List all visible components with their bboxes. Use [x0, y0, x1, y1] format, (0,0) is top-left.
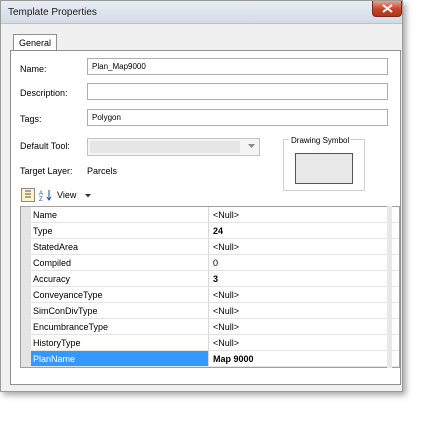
chevron-down-icon	[248, 144, 255, 148]
tags-label: Tags:	[20, 114, 42, 124]
property-row[interactable]: HistoryType <Null>	[31, 335, 399, 351]
property-name: SimConDivType	[31, 303, 209, 319]
property-name: Accuracy	[31, 271, 209, 287]
property-name: StatedArea	[31, 239, 209, 255]
property-row[interactable]: Type 24	[31, 223, 399, 239]
property-grid-gutter	[21, 207, 31, 367]
property-name: EncumbranceType	[31, 319, 209, 335]
property-row[interactable]: Compiled 0	[31, 255, 399, 271]
drawing-symbol-label: Drawing Symbol	[289, 136, 352, 145]
target-layer-value: Parcels	[87, 166, 118, 176]
property-value[interactable]: <Null>	[209, 335, 399, 351]
property-row[interactable]: PlanName Map 9000	[31, 351, 399, 367]
property-value[interactable]: 3	[209, 271, 399, 287]
default-tool-dropdown[interactable]	[87, 138, 260, 156]
drawing-symbol-group: Drawing Symbol	[283, 136, 365, 191]
description-input[interactable]	[87, 83, 388, 100]
property-name: Compiled	[31, 255, 209, 271]
property-value[interactable]: <Null>	[209, 207, 399, 223]
property-name: Name	[31, 207, 209, 223]
property-row[interactable]: SimConDivType <Null>	[31, 303, 399, 319]
sort-az-glyph: A Z	[39, 190, 52, 203]
description-label: Description:	[20, 88, 68, 98]
svg-text:Z: Z	[39, 197, 43, 202]
property-value[interactable]: 0	[209, 255, 399, 271]
template-properties-dialog: Template Properties General Name: Plan_M…	[0, 0, 403, 392]
property-row[interactable]: EncumbranceType <Null>	[31, 319, 399, 335]
property-name: PlanName	[31, 351, 209, 367]
view-chevron-down-icon[interactable]	[85, 194, 91, 198]
property-name: ConveyanceType	[31, 287, 209, 303]
tab-general-label: General	[19, 38, 52, 48]
categorized-view-icon[interactable]	[21, 188, 35, 202]
title-bar[interactable]: Template Properties	[1, 1, 402, 24]
property-grid: Name <Null> Type 24 StatedArea <Null> Compiled…	[20, 206, 400, 368]
property-value[interactable]: <Null>	[209, 303, 399, 319]
property-value[interactable]: <Null>	[209, 239, 399, 255]
categorize-icon	[25, 190, 31, 198]
window-title: Template Properties	[8, 7, 97, 18]
property-row[interactable]: Name <Null>	[31, 207, 399, 223]
property-value[interactable]: Map 9000	[209, 351, 399, 367]
name-label: Name:	[20, 64, 47, 74]
property-row[interactable]: Accuracy 3	[31, 271, 399, 287]
view-menu-button[interactable]: View	[57, 190, 76, 200]
default-tool-value	[90, 141, 240, 153]
drawing-symbol-swatch[interactable]	[295, 153, 353, 184]
property-value[interactable]: <Null>	[209, 319, 399, 335]
tab-general[interactable]: General	[13, 34, 57, 51]
close-button[interactable]	[372, 1, 402, 17]
property-row[interactable]: StatedArea <Null>	[31, 239, 399, 255]
property-value[interactable]: <Null>	[209, 287, 399, 303]
property-name: Type	[31, 223, 209, 239]
sort-az-icon[interactable]: A Z	[39, 188, 53, 203]
close-icon	[382, 4, 393, 13]
target-layer-label: Target Layer:	[20, 166, 73, 176]
tags-input[interactable]: Polygon	[87, 109, 388, 126]
property-name: HistoryType	[31, 335, 209, 351]
name-input[interactable]: Plan_Map9000	[87, 58, 388, 75]
dialog-scrollbar[interactable]	[387, 206, 392, 368]
default-tool-label: Default Tool:	[20, 141, 70, 151]
property-value[interactable]: 24	[209, 223, 399, 239]
property-row[interactable]: ConveyanceType <Null>	[31, 287, 399, 303]
